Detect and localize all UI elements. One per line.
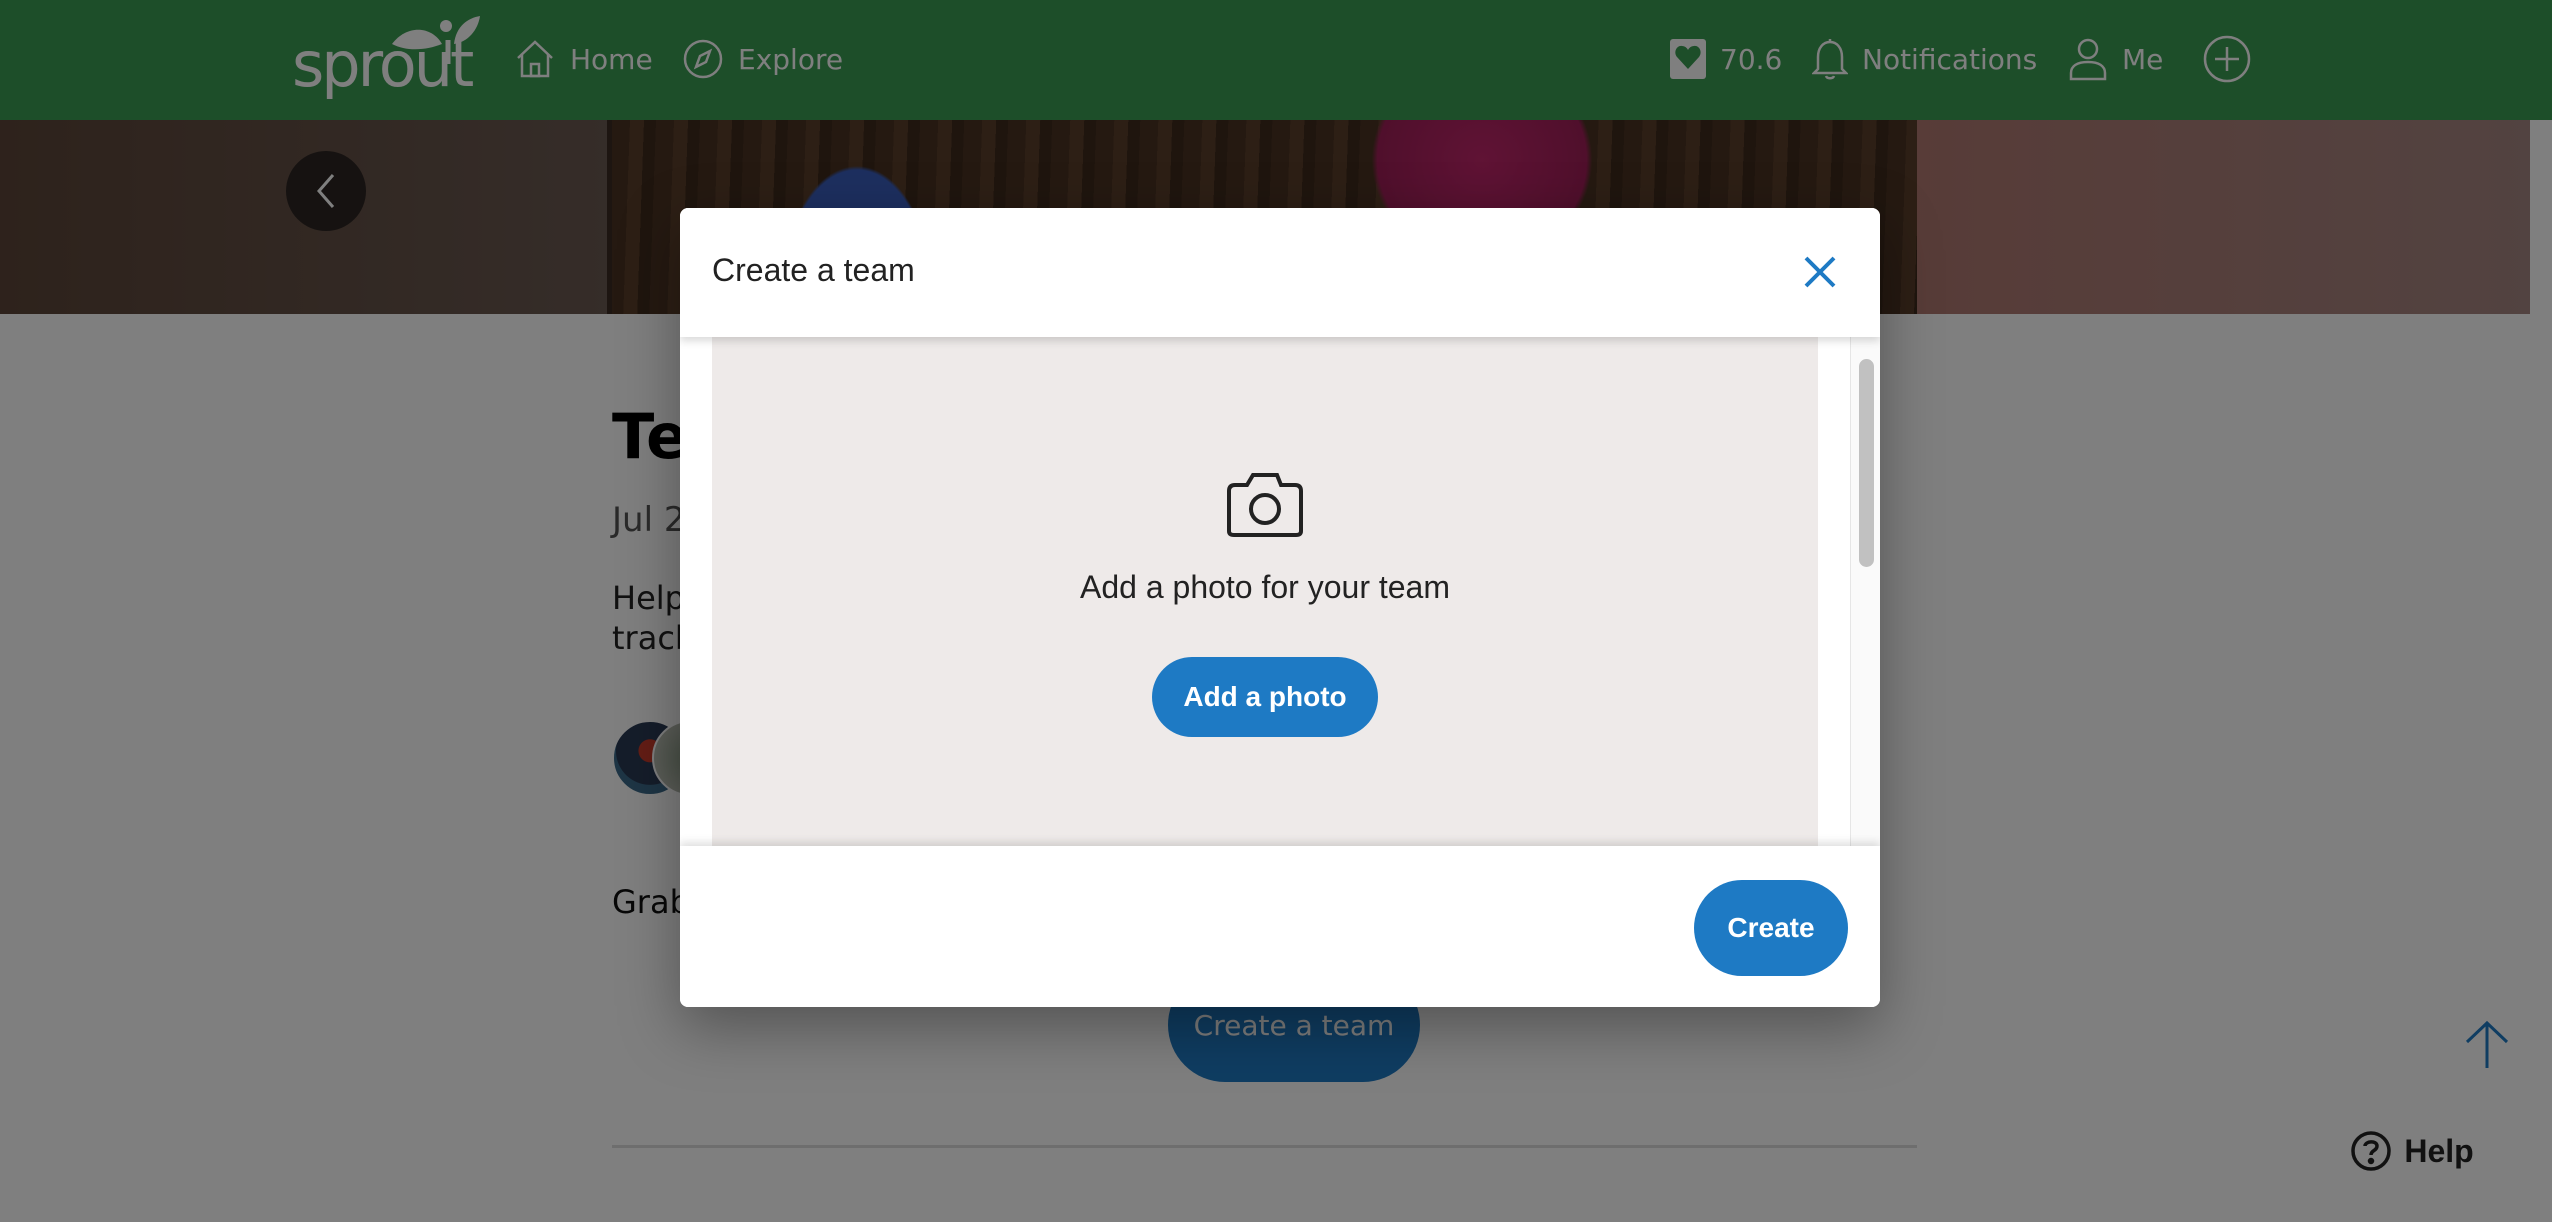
- add-photo-button[interactable]: Add a photo: [1152, 657, 1378, 737]
- close-button[interactable]: [1796, 248, 1844, 296]
- dialog-title: Create a team: [712, 252, 915, 288]
- dialog-scrollbar-thumb[interactable]: [1859, 359, 1874, 567]
- photo-prompt: Add a photo for your team: [1080, 569, 1450, 605]
- camera-icon: [1227, 473, 1303, 537]
- dialog-header: Create a team: [680, 208, 1880, 337]
- dialog-footer: Create: [680, 846, 1880, 1007]
- create-team-dialog: Create a team Add a photo for your team …: [680, 208, 1880, 1007]
- create-button[interactable]: Create: [1694, 880, 1848, 976]
- dialog-scrollbar[interactable]: [1850, 337, 1880, 846]
- team-photo-dropzone[interactable]: Add a photo for your team Add a photo: [712, 337, 1818, 846]
- dialog-body: Add a photo for your team Add a photo: [680, 337, 1880, 846]
- close-icon: [1804, 256, 1836, 288]
